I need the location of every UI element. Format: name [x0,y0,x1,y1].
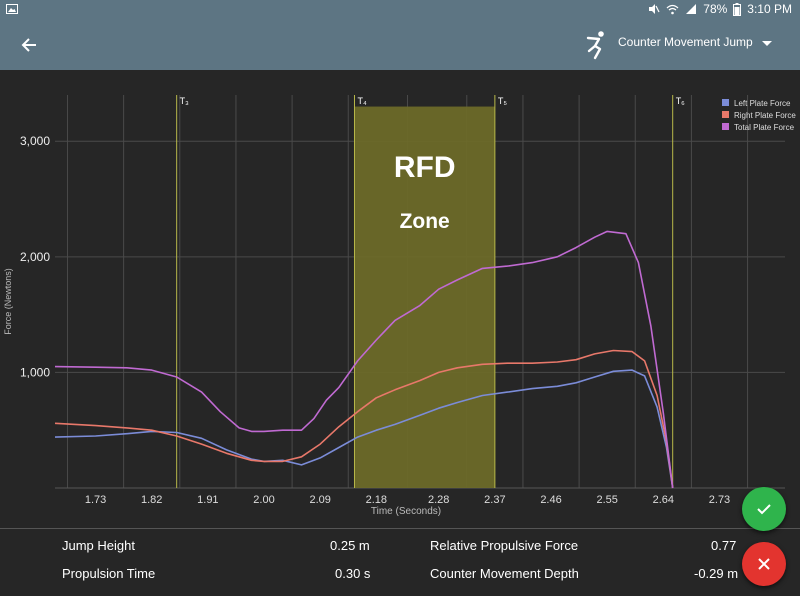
battery-level: 78% [703,2,728,16]
test-type-selector[interactable]: Counter Movement Jump [618,35,753,49]
counter-movement-depth-value: -0.29 m [694,566,739,581]
jumping-person-icon [586,31,604,60]
status-bar: 78% 3:10 PM [0,0,800,20]
x-tick-label: 2.46 [540,494,561,506]
x-tick-label: 2.28 [428,494,449,506]
phase-marker-label: T₆ [676,96,685,106]
propulsion-time-label: Propulsion Time [62,566,156,581]
x-tick-label: 1.91 [197,494,218,506]
jump-height-value: 0.25 m [330,538,370,553]
y-tick-label: 3,000 [20,134,50,148]
legend-label: Left Plate Force [734,99,791,108]
force-time-chart: RFD Zone T₃ T₄ T₅ T₆ 1.73 1.82 1.91 2.00 2.09 2.… [0,70,800,528]
x-tick-label: 2.00 [253,494,274,506]
x-axis-label: Time (Seconds) [371,506,441,517]
caret-down-icon[interactable] [762,40,772,48]
accept-button[interactable] [742,487,786,531]
legend-swatch [722,99,729,106]
x-axis-ticks: 1.73 1.82 1.91 2.00 2.09 2.18 2.28 2.37 2.46 2.55… [85,494,730,506]
x-tick-label: 2.18 [366,494,387,506]
rfd-zone-subtitle: Zone [400,210,450,233]
x-tick-label: 2.64 [653,494,674,506]
x-tick-label: 2.55 [596,494,617,506]
gallery-icon [6,4,18,14]
phase-marker-label: T₅ [498,96,507,106]
legend-swatch [722,111,729,118]
app-bar: Counter Movement Jump [0,20,800,70]
relative-propulsive-force-value: 0.77 [711,538,737,553]
cancel-button[interactable] [742,542,786,586]
y-tick-label: 2,000 [20,250,50,264]
status-time: 3:10 PM [747,2,792,16]
x-tick-label: 2.73 [709,494,730,506]
rfd-zone-title: RFD [394,151,456,184]
x-tick-label: 1.73 [85,494,106,506]
propulsion-time-value: 0.30 s [335,566,371,581]
y-tick-label: 1,000 [20,365,50,379]
legend-label: Right Plate Force [734,111,796,120]
mute-icon [649,4,660,14]
wifi-icon [666,4,679,15]
checkmark-icon [757,504,771,515]
battery-icon [733,2,742,16]
x-tick-label: 2.37 [484,494,505,506]
force-time-chart-svg: RFD Zone T₃ T₄ T₅ T₆ 1.73 1.82 1.91 2.00 2.09 2.… [3,95,796,517]
chart-legend: Left Plate Force Right Plate Force Total P… [722,99,796,132]
x-tick-label: 1.82 [141,494,162,506]
signal-icon [686,4,697,14]
y-axis-ticks: 1,000 2,000 3,000 [20,134,50,379]
jump-height-label: Jump Height [62,538,135,553]
counter-movement-depth-label: Counter Movement Depth [430,566,579,581]
legend-swatch [722,123,729,130]
arrow-left-icon[interactable] [16,32,42,58]
phase-marker-label: T₄ [357,96,366,106]
x-tick-label: 2.09 [309,494,330,506]
stats-panel: Jump Height 0.25 m Propulsion Time 0.30 … [0,528,800,596]
y-axis-label: Force (Newtons) [3,268,13,335]
phase-marker-label: T₃ [180,96,189,106]
legend-label: Total Plate Force [734,123,795,132]
relative-propulsive-force-label: Relative Propulsive Force [430,538,579,553]
close-icon [758,558,770,570]
